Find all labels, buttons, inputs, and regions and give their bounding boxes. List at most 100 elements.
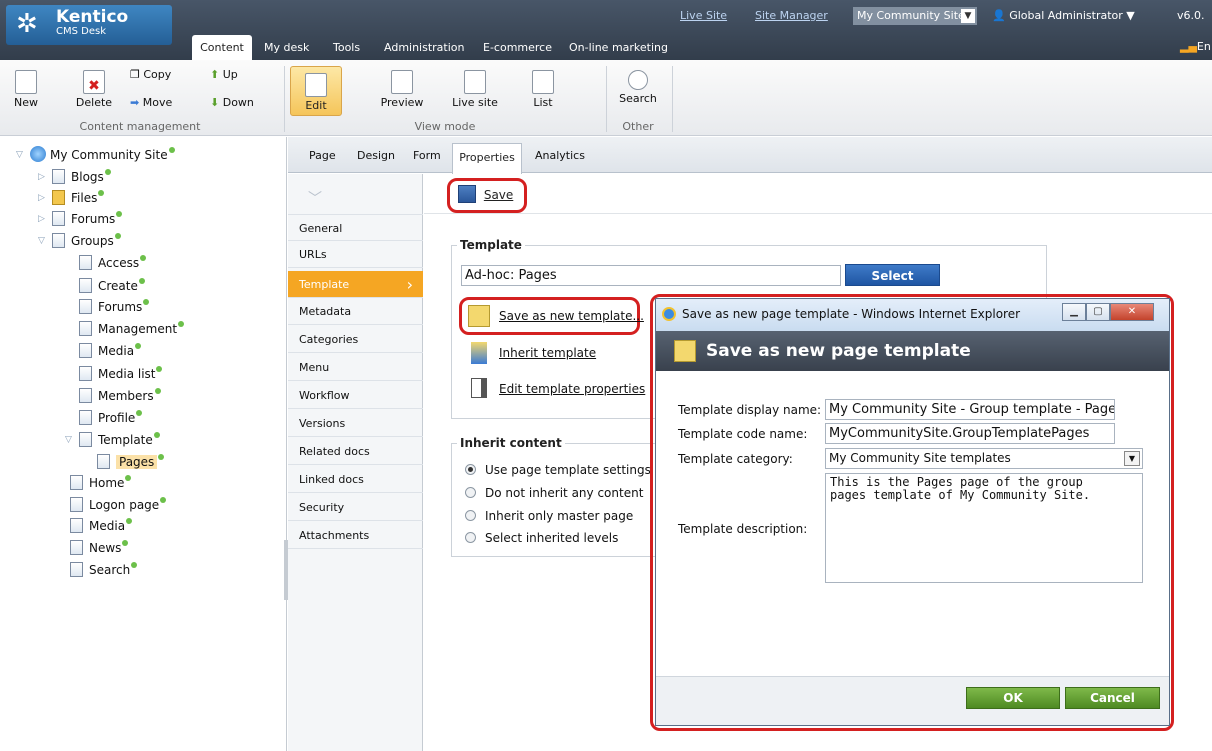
inherit-template-link[interactable]: Inherit template: [499, 346, 596, 360]
tree-node-media-list[interactable]: Media list: [79, 364, 163, 384]
menu-general[interactable]: General: [288, 214, 423, 241]
app-header: ✲ Kentico CMS Desk Content My desk Tools…: [0, 0, 1212, 60]
tree-node-create[interactable]: Create: [79, 276, 145, 296]
up-button[interactable]: ⬆ Up: [210, 68, 238, 81]
tree-node-files[interactable]: ▷ Files: [38, 188, 105, 208]
menu-versions[interactable]: Versions: [288, 410, 423, 437]
tree-node-logon-page[interactable]: Logon page: [70, 495, 167, 515]
tree-node-members[interactable]: Members: [79, 386, 161, 406]
tree-node-media[interactable]: Media: [79, 341, 142, 361]
menu-workflow[interactable]: Workflow: [288, 382, 423, 409]
menu-related-docs[interactable]: Related docs: [288, 438, 423, 465]
live-site-button[interactable]: Live site: [449, 70, 501, 109]
preview-button[interactable]: Preview: [376, 70, 428, 109]
expand-icon[interactable]: ▷: [38, 209, 45, 229]
cancel-button[interactable]: Cancel: [1065, 687, 1160, 709]
radio-use-template-settings[interactable]: Use page template settings: [465, 461, 651, 479]
radio-master-only[interactable]: Inherit only master page: [465, 507, 633, 525]
code-name-field[interactable]: MyCommunitySite.GroupTemplatePages: [825, 423, 1115, 444]
copy-button[interactable]: ❐ Copy: [130, 68, 171, 81]
content-tree: ▽ My Community Site ▷ Blogs ▷ Files ▷ Forums…: [0, 137, 287, 751]
tab-analytics[interactable]: Analytics: [535, 149, 585, 162]
menu-categories[interactable]: Categories: [288, 326, 423, 353]
move-label: Move: [142, 96, 173, 109]
main-tab-tools[interactable]: Tools: [333, 37, 360, 59]
collapse-icon[interactable]: ▽: [16, 145, 23, 165]
delete-button[interactable]: ✖ Delete: [74, 70, 114, 109]
live-site-link[interactable]: Live Site: [680, 9, 727, 22]
kentico-logo[interactable]: ✲ Kentico CMS Desk: [6, 5, 172, 45]
site-selector[interactable]: My Community Site ▼: [853, 7, 977, 25]
move-button[interactable]: ➡ Move: [130, 96, 172, 109]
tree-node-forums[interactable]: ▷ Forums: [38, 209, 123, 229]
tree-node-groups[interactable]: ▽ Groups: [38, 231, 121, 251]
menu-menu[interactable]: Menu: [288, 354, 423, 381]
copy-label: Copy: [143, 68, 172, 81]
maximize-button[interactable]: ▢: [1086, 303, 1110, 321]
tree-node-search[interactable]: Search: [70, 560, 138, 580]
expand-icon[interactable]: ▷: [38, 167, 45, 187]
radio-select-levels[interactable]: Select inherited levels: [465, 529, 618, 547]
radio-label: Select inherited levels: [485, 531, 619, 545]
edit-template-properties-link[interactable]: Edit template properties: [499, 382, 645, 396]
tree-node-media-root[interactable]: Media: [70, 516, 133, 536]
menu-template[interactable]: Template: [288, 271, 423, 298]
display-name-field[interactable]: My Community Site - Group template - Pag…: [825, 399, 1115, 420]
tree-node-pages[interactable]: Pages: [97, 452, 165, 472]
collapse-icon[interactable]: ▽: [65, 430, 72, 450]
list-button[interactable]: List: [523, 70, 563, 109]
tab-properties[interactable]: Properties: [452, 143, 522, 174]
main-tab-administration[interactable]: Administration: [384, 37, 465, 59]
tree-node-profile[interactable]: Profile: [79, 408, 143, 428]
dialog-title-bar[interactable]: Save as new page template - Windows Inte…: [656, 299, 1169, 331]
tree-node-label: Forums: [71, 212, 116, 226]
tree-node-label: Files: [71, 191, 98, 205]
tree-node-management[interactable]: Management: [79, 319, 185, 339]
tab-form[interactable]: Form: [413, 149, 441, 162]
tree-node-root[interactable]: ▽ My Community Site: [16, 145, 175, 165]
tree-node-home[interactable]: Home: [70, 473, 132, 493]
edit-button[interactable]: Edit: [290, 66, 342, 116]
ok-button[interactable]: OK: [966, 687, 1060, 709]
expand-icon[interactable]: ▷: [38, 188, 45, 208]
menu-attachments[interactable]: Attachments: [288, 522, 423, 549]
chevron-down-icon[interactable]: ﹀: [308, 188, 322, 208]
save-as-new-template-link[interactable]: Save as new template...: [499, 309, 644, 323]
site-manager-link[interactable]: Site Manager: [755, 9, 828, 22]
category-select[interactable]: My Community Site templates ▼: [825, 448, 1143, 469]
tree-node-template[interactable]: ▽ Template: [65, 430, 160, 450]
main-tab-e-commerce[interactable]: E-commerce: [483, 37, 552, 59]
main-tab-content[interactable]: Content: [192, 35, 252, 60]
tree-node-label: Members: [98, 389, 154, 403]
menu-urls[interactable]: URLs: [288, 241, 423, 268]
tree-node-label: Media: [89, 519, 126, 533]
save-button[interactable]: Save: [458, 185, 513, 203]
menu-security[interactable]: Security: [288, 494, 423, 521]
description-textarea[interactable]: This is the Pages page of the group page…: [825, 473, 1143, 583]
arrow-down-icon: ⬇: [210, 96, 220, 109]
tree-node-forums-group[interactable]: Forums: [79, 297, 150, 317]
template-name-field[interactable]: Ad-hoc: Pages: [461, 265, 841, 286]
menu-metadata[interactable]: Metadata: [288, 298, 423, 325]
menu-linked-docs[interactable]: Linked docs: [288, 466, 423, 493]
tree-node-access[interactable]: Access: [79, 253, 147, 273]
tree-node-news[interactable]: News: [70, 538, 129, 558]
search-button[interactable]: Search: [614, 70, 662, 105]
published-status-icon: [143, 299, 150, 305]
down-button[interactable]: ⬇ Down: [210, 96, 254, 109]
radio-no-inherit[interactable]: Do not inherit any content: [465, 484, 643, 502]
tree-node-label: Blogs: [71, 170, 104, 184]
minimize-button[interactable]: ▁: [1062, 303, 1086, 321]
tree-node-blogs[interactable]: ▷ Blogs: [38, 167, 111, 187]
main-tab-online-marketing[interactable]: On-line marketing: [569, 37, 668, 59]
kentico-logo-icon: ✲: [16, 9, 38, 39]
tab-design[interactable]: Design: [357, 149, 395, 162]
close-button[interactable]: ✕: [1110, 303, 1154, 321]
collapse-icon[interactable]: ▽: [38, 231, 45, 251]
main-tab-my-desk[interactable]: My desk: [264, 37, 309, 59]
language-selector[interactable]: ▂▄En: [1180, 40, 1211, 53]
user-menu[interactable]: 👤 Global Administrator ▼: [992, 9, 1135, 22]
new-button[interactable]: New: [10, 70, 42, 109]
tab-page[interactable]: Page: [309, 149, 336, 162]
select-template-button[interactable]: Select: [845, 264, 940, 286]
